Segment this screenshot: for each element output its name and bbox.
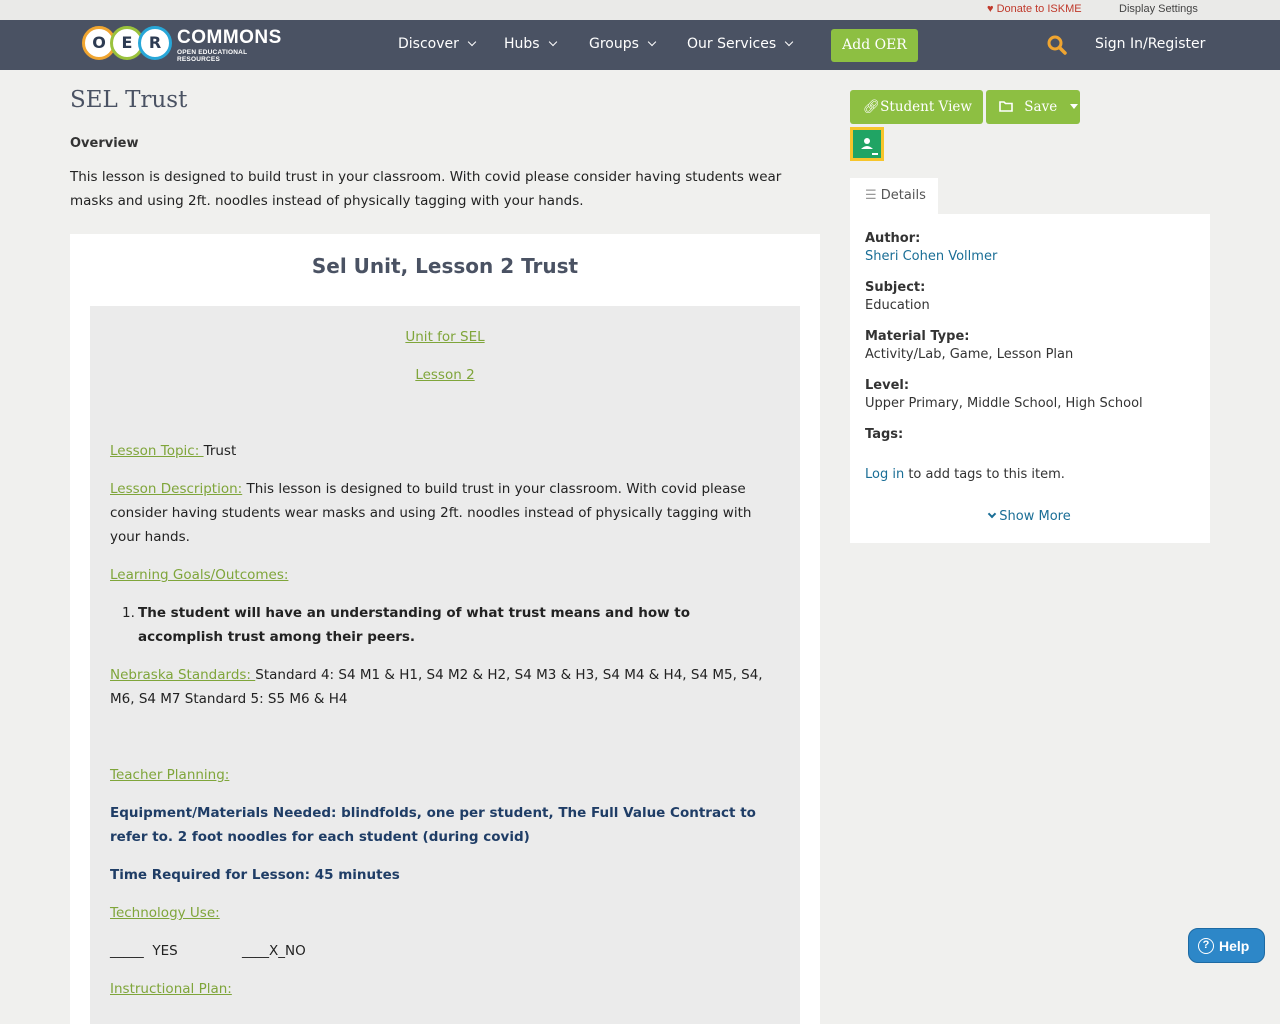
level-value: Upper Primary, Middle School, High Schoo… <box>865 396 1143 411</box>
lesson-body: Unit for SEL Lesson 2 Lesson Topic: Trus… <box>90 306 800 1024</box>
tags-note-text: to add tags to this item. <box>904 467 1065 482</box>
lesson-topic: Lesson Topic: Trust <box>110 439 780 463</box>
teacher-planning-label: Teacher Planning: <box>110 767 230 783</box>
standards-label: Nebraska Standards: <box>110 667 256 683</box>
nav-groups[interactable]: Groups <box>589 36 657 52</box>
material-type-label: Material Type: <box>865 329 970 344</box>
save-label: Save <box>1024 99 1058 115</box>
nav-discover[interactable]: Discover <box>398 36 477 52</box>
show-more-button[interactable]: Show More <box>850 509 1210 524</box>
add-oer-button[interactable]: Add OER <box>831 29 918 62</box>
show-more-label: Show More <box>999 509 1071 524</box>
time-required-text: Time Required for Lesson: 45 minutes <box>110 867 400 883</box>
lesson-topic-value: Trust <box>203 443 237 459</box>
chevron-down-icon <box>467 37 477 47</box>
subject-label: Subject: <box>865 280 926 295</box>
help-button[interactable]: ? Help <box>1188 928 1265 963</box>
tab-details[interactable]: ☰ Details <box>850 178 938 214</box>
sign-in-register-link[interactable]: Sign In/Register <box>1095 36 1205 52</box>
lesson-topic-label: Lesson Topic: <box>110 443 204 459</box>
nav-hubs-label: Hubs <box>504 36 540 52</box>
lesson-2-link[interactable]: Lesson 2 <box>415 367 474 383</box>
donate-label: Donate to ISKME <box>996 3 1082 15</box>
utility-bar: ♥ Donate to ISKME Display Settings <box>0 0 1280 20</box>
details-tab-label: Details <box>880 188 926 203</box>
question-icon: ? <box>1198 938 1214 954</box>
author-label: Author: <box>865 231 921 246</box>
nav-discover-label: Discover <box>398 36 459 52</box>
oer-commons-logo[interactable]: O E R COMMONS OPEN EDUCATIONAL RESOURCES <box>82 26 287 63</box>
student-view-label: Student View <box>880 99 972 115</box>
overview-text: This lesson is designed to build trust i… <box>70 169 782 209</box>
student-view-button[interactable]: 🔗︎Student View <box>850 90 983 124</box>
search-icon[interactable] <box>1047 35 1067 55</box>
tags-note: Log in to add tags to this item. <box>865 467 1065 482</box>
subject-value: Education <box>865 298 930 313</box>
technology-options: _____ YES ____X_NO <box>110 943 306 959</box>
display-settings-link[interactable]: Display Settings <box>1119 3 1198 15</box>
logo-wordmark: COMMONS <box>177 27 282 48</box>
save-button[interactable]: Save <box>986 90 1080 124</box>
unit-for-sel-link[interactable]: Unit for SEL <box>405 329 484 345</box>
goal-number: 1. <box>122 605 135 621</box>
logo-letter-r: R <box>138 26 172 60</box>
material-type-value: Activity/Lab, Game, Lesson Plan <box>865 347 1074 362</box>
instructional-plan-label: Instructional Plan: <box>110 981 232 997</box>
caret-down-icon <box>1069 104 1078 109</box>
author-link[interactable]: Sheri Cohen Vollmer <box>865 249 997 264</box>
nav-our-services[interactable]: Our Services <box>687 36 794 52</box>
google-classroom-share-button[interactable] <box>850 127 884 161</box>
lesson-description: Lesson Description: This lesson is desig… <box>110 477 780 549</box>
details-panel: Author: Sheri Cohen Vollmer Subject: Edu… <box>850 214 1210 543</box>
folder-icon <box>999 101 1013 112</box>
goal-item: 1. The student will have an understanding… <box>122 601 778 649</box>
link-icon: 🔗︎ <box>863 99 881 115</box>
nebraska-standards: Nebraska Standards: Standard 4: S4 M1 & … <box>110 663 780 711</box>
nav-groups-label: Groups <box>589 36 639 52</box>
technology-use-label: Technology Use: <box>110 905 220 921</box>
lesson-description-label: Lesson Description: <box>110 481 243 497</box>
heart-icon: ♥ <box>987 3 994 15</box>
list-icon: ☰ <box>865 188 877 203</box>
google-classroom-icon <box>853 130 881 158</box>
learning-goals-label: Learning Goals/Outcomes: <box>110 567 289 583</box>
goal-text: The student will have an understanding o… <box>138 605 691 645</box>
main-nav: O E R COMMONS OPEN EDUCATIONAL RESOURCES… <box>0 20 1280 70</box>
nav-hubs[interactable]: Hubs <box>504 36 557 52</box>
log-in-link[interactable]: Log in <box>865 467 904 482</box>
chevron-down-icon <box>784 37 794 47</box>
lesson-content-card: Sel Unit, Lesson 2 Trust Unit for SEL Le… <box>70 234 820 1024</box>
overview-heading: Overview <box>70 136 139 151</box>
nav-our-services-label: Our Services <box>687 36 777 52</box>
page-title: SEL Trust <box>70 87 188 113</box>
lesson-heading: Sel Unit, Lesson 2 Trust <box>311 254 579 278</box>
logo-subtitle: OPEN EDUCATIONAL RESOURCES <box>177 49 248 63</box>
chevron-down-icon <box>548 37 557 47</box>
donate-link[interactable]: ♥ Donate to ISKME <box>987 3 1082 15</box>
help-label: Help <box>1219 938 1250 954</box>
tags-label: Tags: <box>865 427 904 442</box>
chevron-down-icon <box>988 509 997 519</box>
equipment-text: Equipment/Materials Needed: blindfolds, … <box>110 805 756 845</box>
level-label: Level: <box>865 378 910 393</box>
chevron-down-icon <box>647 37 657 47</box>
